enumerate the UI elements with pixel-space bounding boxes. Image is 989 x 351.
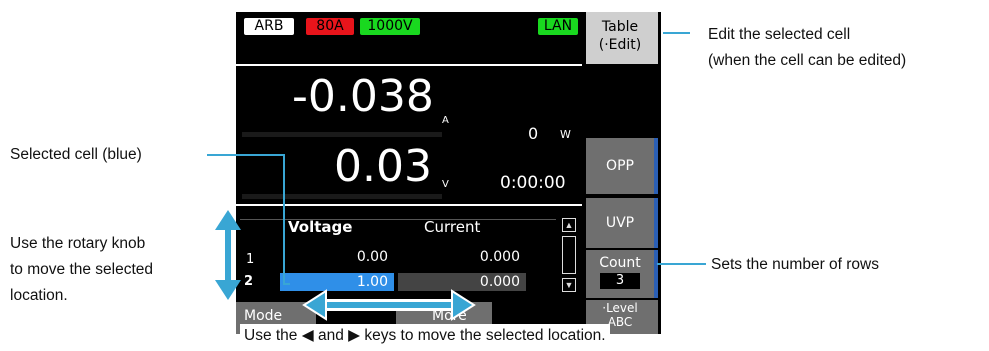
annotation-selected-cell: Selected cell (blue) <box>10 146 142 163</box>
annotation-rotary-knob: to move the selected <box>10 261 154 278</box>
annotation-rotary-knob: location. <box>10 287 68 304</box>
annotation-edit-cell-condition: (when the cell can be edited) <box>708 52 907 69</box>
annotation-rotary-knob: Use the rotary knob <box>10 235 146 252</box>
annotation-count-rows: Sets the number of rows <box>711 256 879 273</box>
annotation-edit-cell: Edit the selected cell <box>708 26 851 43</box>
annotation-arrow-keys: Use the ◀ and ▶ keys to move the selecte… <box>240 324 610 348</box>
